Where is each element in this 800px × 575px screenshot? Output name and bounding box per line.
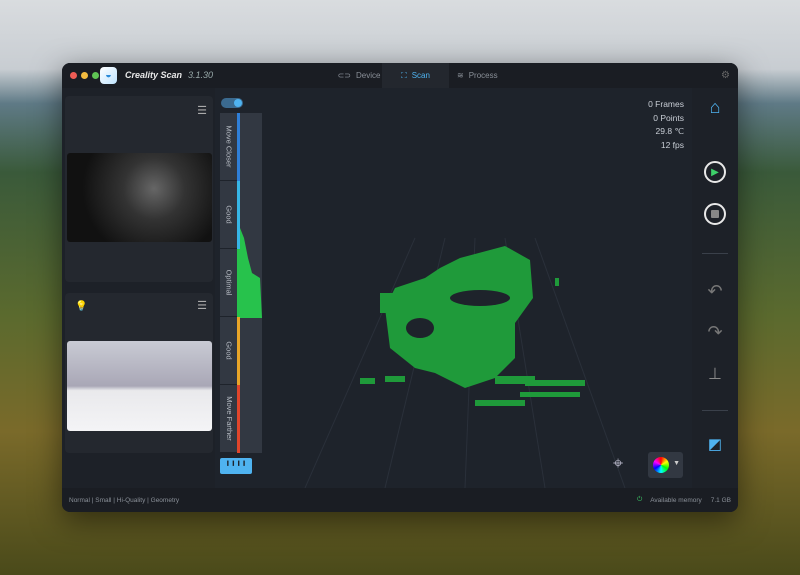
tab-label: Device <box>355 71 381 80</box>
fps: 12 fps <box>660 139 684 150</box>
gauge-move-closer: Move Closer <box>220 113 238 181</box>
memory-label: Available memory <box>650 496 702 504</box>
points-count: 0 Points <box>653 112 684 123</box>
color-mode-dropdown[interactable]: ▼ <box>648 452 683 478</box>
rgb-camera-panel: 💡 ☰ <box>65 293 213 453</box>
tab-process[interactable]: ≋ Process <box>457 63 517 88</box>
scan-stats: 0 Frames 0 Points 29.8 ℃ 12 fps <box>648 98 684 152</box>
chevron-down-icon: ▼ <box>673 460 680 467</box>
gear-icon[interactable]: ⚙ <box>721 70 730 81</box>
app-window: ◒ Creality Scan 3.1.30 ⊂⊃ Device ⛶ Scan ≋ P… <box>62 63 738 512</box>
gauge-label: Move Closer <box>224 125 234 168</box>
point-cloud <box>360 246 585 406</box>
memory-value: 7.1 GB <box>710 496 731 504</box>
device-icon: ⊂⊃ <box>337 71 351 80</box>
gauge-good-near: Good <box>220 181 238 249</box>
gauge-label: Good <box>224 341 234 360</box>
play-button[interactable]: ▶ <box>704 161 726 183</box>
tab-scan[interactable]: ⛶ Scan <box>382 63 449 88</box>
scan-icon: ⛶ <box>401 70 407 80</box>
app-version: 3.1.30 <box>188 70 214 80</box>
gauge-optimal: Optimal <box>220 249 238 317</box>
redo-icon[interactable]: ↷ <box>704 321 726 343</box>
grid-floor <box>304 237 626 488</box>
ruler-icon[interactable]: ╹╹╹╹ <box>220 458 252 474</box>
scan-mode-summary: Normal | Small | Hi-Quality | Geometry <box>69 496 180 504</box>
gauge-label: Good <box>224 205 234 224</box>
maximize-button[interactable] <box>92 72 99 79</box>
undo-icon[interactable]: ↶ <box>704 280 726 302</box>
stamp-icon[interactable]: ⊥ <box>704 363 726 385</box>
rgb-camera-preview <box>67 341 212 431</box>
menu-icon[interactable]: ☰ <box>197 299 207 312</box>
memory-icon: ⏻ <box>637 496 643 503</box>
stop-button[interactable] <box>704 203 726 225</box>
menu-icon[interactable]: ☰ <box>197 104 207 117</box>
camera-sidebar: ☰ 💡 ☰ <box>62 88 215 488</box>
title-bar: ◒ Creality Scan 3.1.30 ⊂⊃ Device ⛶ Scan ≋ P… <box>62 63 738 88</box>
gauge-good-far: Good <box>220 317 238 385</box>
layers-icon: ≋ <box>457 71 464 80</box>
depth-camera-panel: ☰ <box>65 96 213 282</box>
divider <box>702 253 728 254</box>
home-icon[interactable]: ⌂ <box>704 96 726 118</box>
close-button[interactable] <box>70 72 77 79</box>
gauge-toggle[interactable] <box>221 98 243 108</box>
status-bar: Normal | Small | Hi-Quality | Geometry ⏻… <box>62 488 738 512</box>
frames-count: 0 Frames <box>648 99 684 109</box>
gauge-label: Optimal <box>224 269 234 296</box>
temperature: 29.8 ℃ <box>655 126 684 136</box>
scan-viewport[interactable]: Move Closer Good Optimal Good Move Farth… <box>215 88 692 488</box>
app-name: Creality Scan <box>125 70 183 80</box>
eraser-icon[interactable]: ◩ <box>704 433 726 455</box>
app-logo-icon: ◒ <box>100 67 117 84</box>
lightbulb-icon[interactable]: 💡 <box>75 301 87 312</box>
distance-gauge: Move Closer Good Optimal Good Move Farth… <box>220 113 262 453</box>
tab-label: Scan <box>411 71 430 80</box>
tool-sidebar: ⌂ ▶ ↶ ↷ ⊥ ◩ <box>692 88 738 488</box>
gauge-label: Move Farther <box>224 396 234 441</box>
gauge-move-farther: Move Farther <box>220 385 238 453</box>
depth-camera-preview <box>67 153 212 242</box>
distance-histogram <box>240 228 262 318</box>
divider <box>702 410 728 411</box>
crosshair-icon[interactable]: ⌖ <box>613 453 623 474</box>
minimize-button[interactable] <box>81 72 88 79</box>
tab-label: Process <box>468 71 498 80</box>
color-wheel-icon <box>653 457 669 473</box>
